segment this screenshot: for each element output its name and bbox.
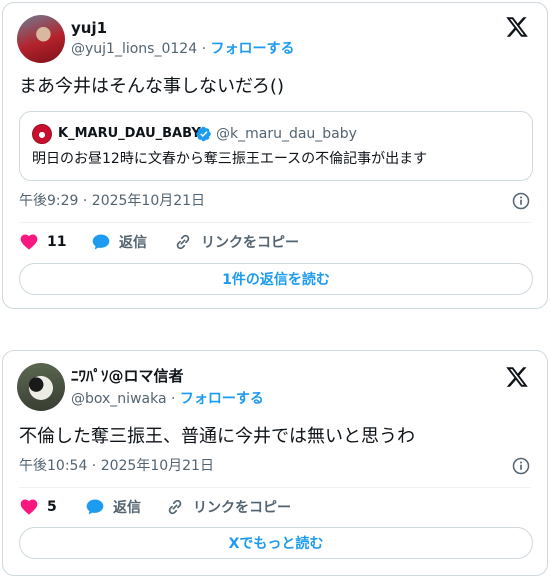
link-icon [168,499,182,515]
display-name[interactable]: yuj1 [71,19,107,37]
tweet-card-2[interactable]: ﾆﾜﾊﾟｿ@ロマ信者 @box_niwaka · フォローする 不倫した奪三振王… [2,350,548,576]
reply-button[interactable]: 返信 [91,231,147,253]
info-icon[interactable] [511,456,531,476]
copy-link-button[interactable]: リンクをコピー [173,231,299,253]
handle[interactable]: @box_niwaka [71,391,167,407]
verified-badge-icon [196,126,211,142]
like-count: 11 [47,234,67,250]
heart-icon [20,234,38,250]
display-name[interactable]: ﾆﾜﾊﾟｿ@ロマ信者 [71,367,184,385]
divider [19,222,531,223]
reply-label: 返信 [113,500,141,516]
follow-button[interactable]: フォローする [180,391,264,407]
handle[interactable]: @yuj1_lions_0124 [71,41,197,57]
like-button[interactable]: 5 [19,496,57,518]
tweet-card-1[interactable]: yuj1 @yuj1_lions_0124 · フォローする まあ今井はそんな事… [2,2,548,309]
x-logo-icon[interactable] [505,365,529,389]
copy-link-button[interactable]: リンクをコピー [165,496,291,518]
separator: · [171,391,176,407]
quoted-handle[interactable]: @k_maru_dau_baby [216,125,357,143]
tweet-text: 不倫した奪三振王、普通に今井では無いと思うわ [19,426,415,447]
timestamp[interactable]: 午後9:29 · 2025年10月21日 [19,192,205,210]
speech-bubble-icon [86,499,104,515]
handle-line: @box_niwaka · フォローする [71,390,264,408]
quoted-avatar[interactable] [32,124,52,144]
action-bar: 11 返信 リンクをコピー [19,231,419,253]
x-logo-icon[interactable] [505,15,529,39]
copy-link-label: リンクをコピー [193,500,291,516]
like-button[interactable]: 11 [19,231,66,253]
tweet-text: まあ今井はそんな事しないだろ() [19,76,284,97]
avatar[interactable] [17,363,65,411]
avatar[interactable] [17,15,65,63]
heart-icon [20,499,38,515]
quoted-tweet[interactable]: K_MARU_DAU_BABY @k_maru_dau_baby 明日のお昼12… [19,111,533,181]
read-more-button[interactable]: Xでもっと読む [19,527,533,559]
reply-button[interactable]: 返信 [85,496,141,518]
divider [19,487,531,488]
read-replies-button[interactable]: 1件の返信を読む [19,263,533,295]
speech-bubble-icon [92,234,110,250]
info-icon[interactable] [511,191,531,211]
follow-button[interactable]: フォローする [210,41,294,57]
like-count: 5 [47,499,57,515]
quoted-display-name[interactable]: K_MARU_DAU_BABY [58,125,201,143]
handle-line: @yuj1_lions_0124 · フォローする [71,40,294,58]
copy-link-label: リンクをコピー [201,235,299,251]
separator: · [201,41,207,57]
timestamp[interactable]: 午後10:54 · 2025年10月21日 [19,457,214,475]
quoted-text: 明日のお昼12時に文春から奪三振王エースの不倫記事が出ます [32,151,428,167]
action-bar: 5 返信 リンクをコピー [19,496,419,518]
reply-label: 返信 [119,235,147,251]
link-icon [176,234,190,250]
